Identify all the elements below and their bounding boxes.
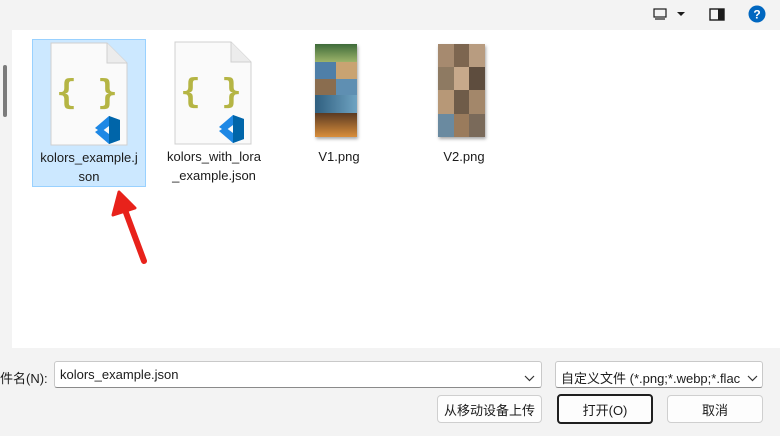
cancel-button[interactable]: 取消: [667, 395, 763, 423]
file-name-line1: kolors_example.j: [40, 150, 138, 165]
file-name-line1: kolors_with_lora: [167, 149, 261, 164]
chevron-down-icon[interactable]: [675, 4, 687, 24]
svg-text:{ }: { }: [180, 72, 241, 112]
command-bar: ?: [0, 0, 780, 30]
chevron-down-icon[interactable]: [524, 370, 535, 385]
image-thumbnail: [315, 44, 357, 137]
preview-pane-icon[interactable]: [708, 4, 726, 24]
open-button[interactable]: 打开(O): [557, 394, 653, 424]
vscode-json-file-icon: { }: [173, 41, 253, 148]
help-icon[interactable]: ?: [747, 4, 767, 24]
filename-input[interactable]: [54, 361, 542, 388]
file-type-select[interactable]: 自定义文件 (*.png;*.webp;*.flac: [555, 361, 763, 388]
view-mode-icon[interactable]: [652, 4, 668, 24]
file-list-pane: { } kolors_example.j son { } kolors_with…: [12, 30, 780, 348]
file-type-value: 自定义文件 (*.png;*.webp;*.flac: [561, 371, 741, 386]
annotation-arrow-icon: [111, 190, 147, 264]
chevron-down-icon: [747, 370, 758, 385]
upload-from-mobile-button[interactable]: 从移动设备上传: [437, 395, 542, 423]
file-item-kolors-example[interactable]: { } kolors_example.j son: [32, 39, 146, 187]
vertical-scrollbar[interactable]: [0, 30, 12, 348]
file-item-v2-png[interactable]: V2.png: [407, 39, 521, 187]
file-item-kolors-with-lora-example[interactable]: { } kolors_with_lora _example.json: [157, 39, 271, 187]
filename-label: 件名(N):: [0, 371, 48, 386]
file-name-line1: V2.png: [443, 149, 485, 164]
dialog-footer: 件名(N): 自定义文件 (*.png;*.webp;*.flac 从移动设备上…: [0, 348, 780, 436]
image-thumbnail: [438, 44, 485, 137]
file-name-line1: V1.png: [318, 149, 360, 164]
svg-text:{ }: { }: [56, 73, 117, 113]
file-name-line2: _example.json: [172, 168, 256, 183]
file-item-v1-png[interactable]: V1.png: [282, 39, 396, 187]
vscode-json-file-icon: { }: [49, 42, 129, 149]
help-label: ?: [753, 8, 760, 22]
scrollbar-thumb[interactable]: [3, 65, 7, 117]
file-name-line2: son: [78, 169, 100, 184]
